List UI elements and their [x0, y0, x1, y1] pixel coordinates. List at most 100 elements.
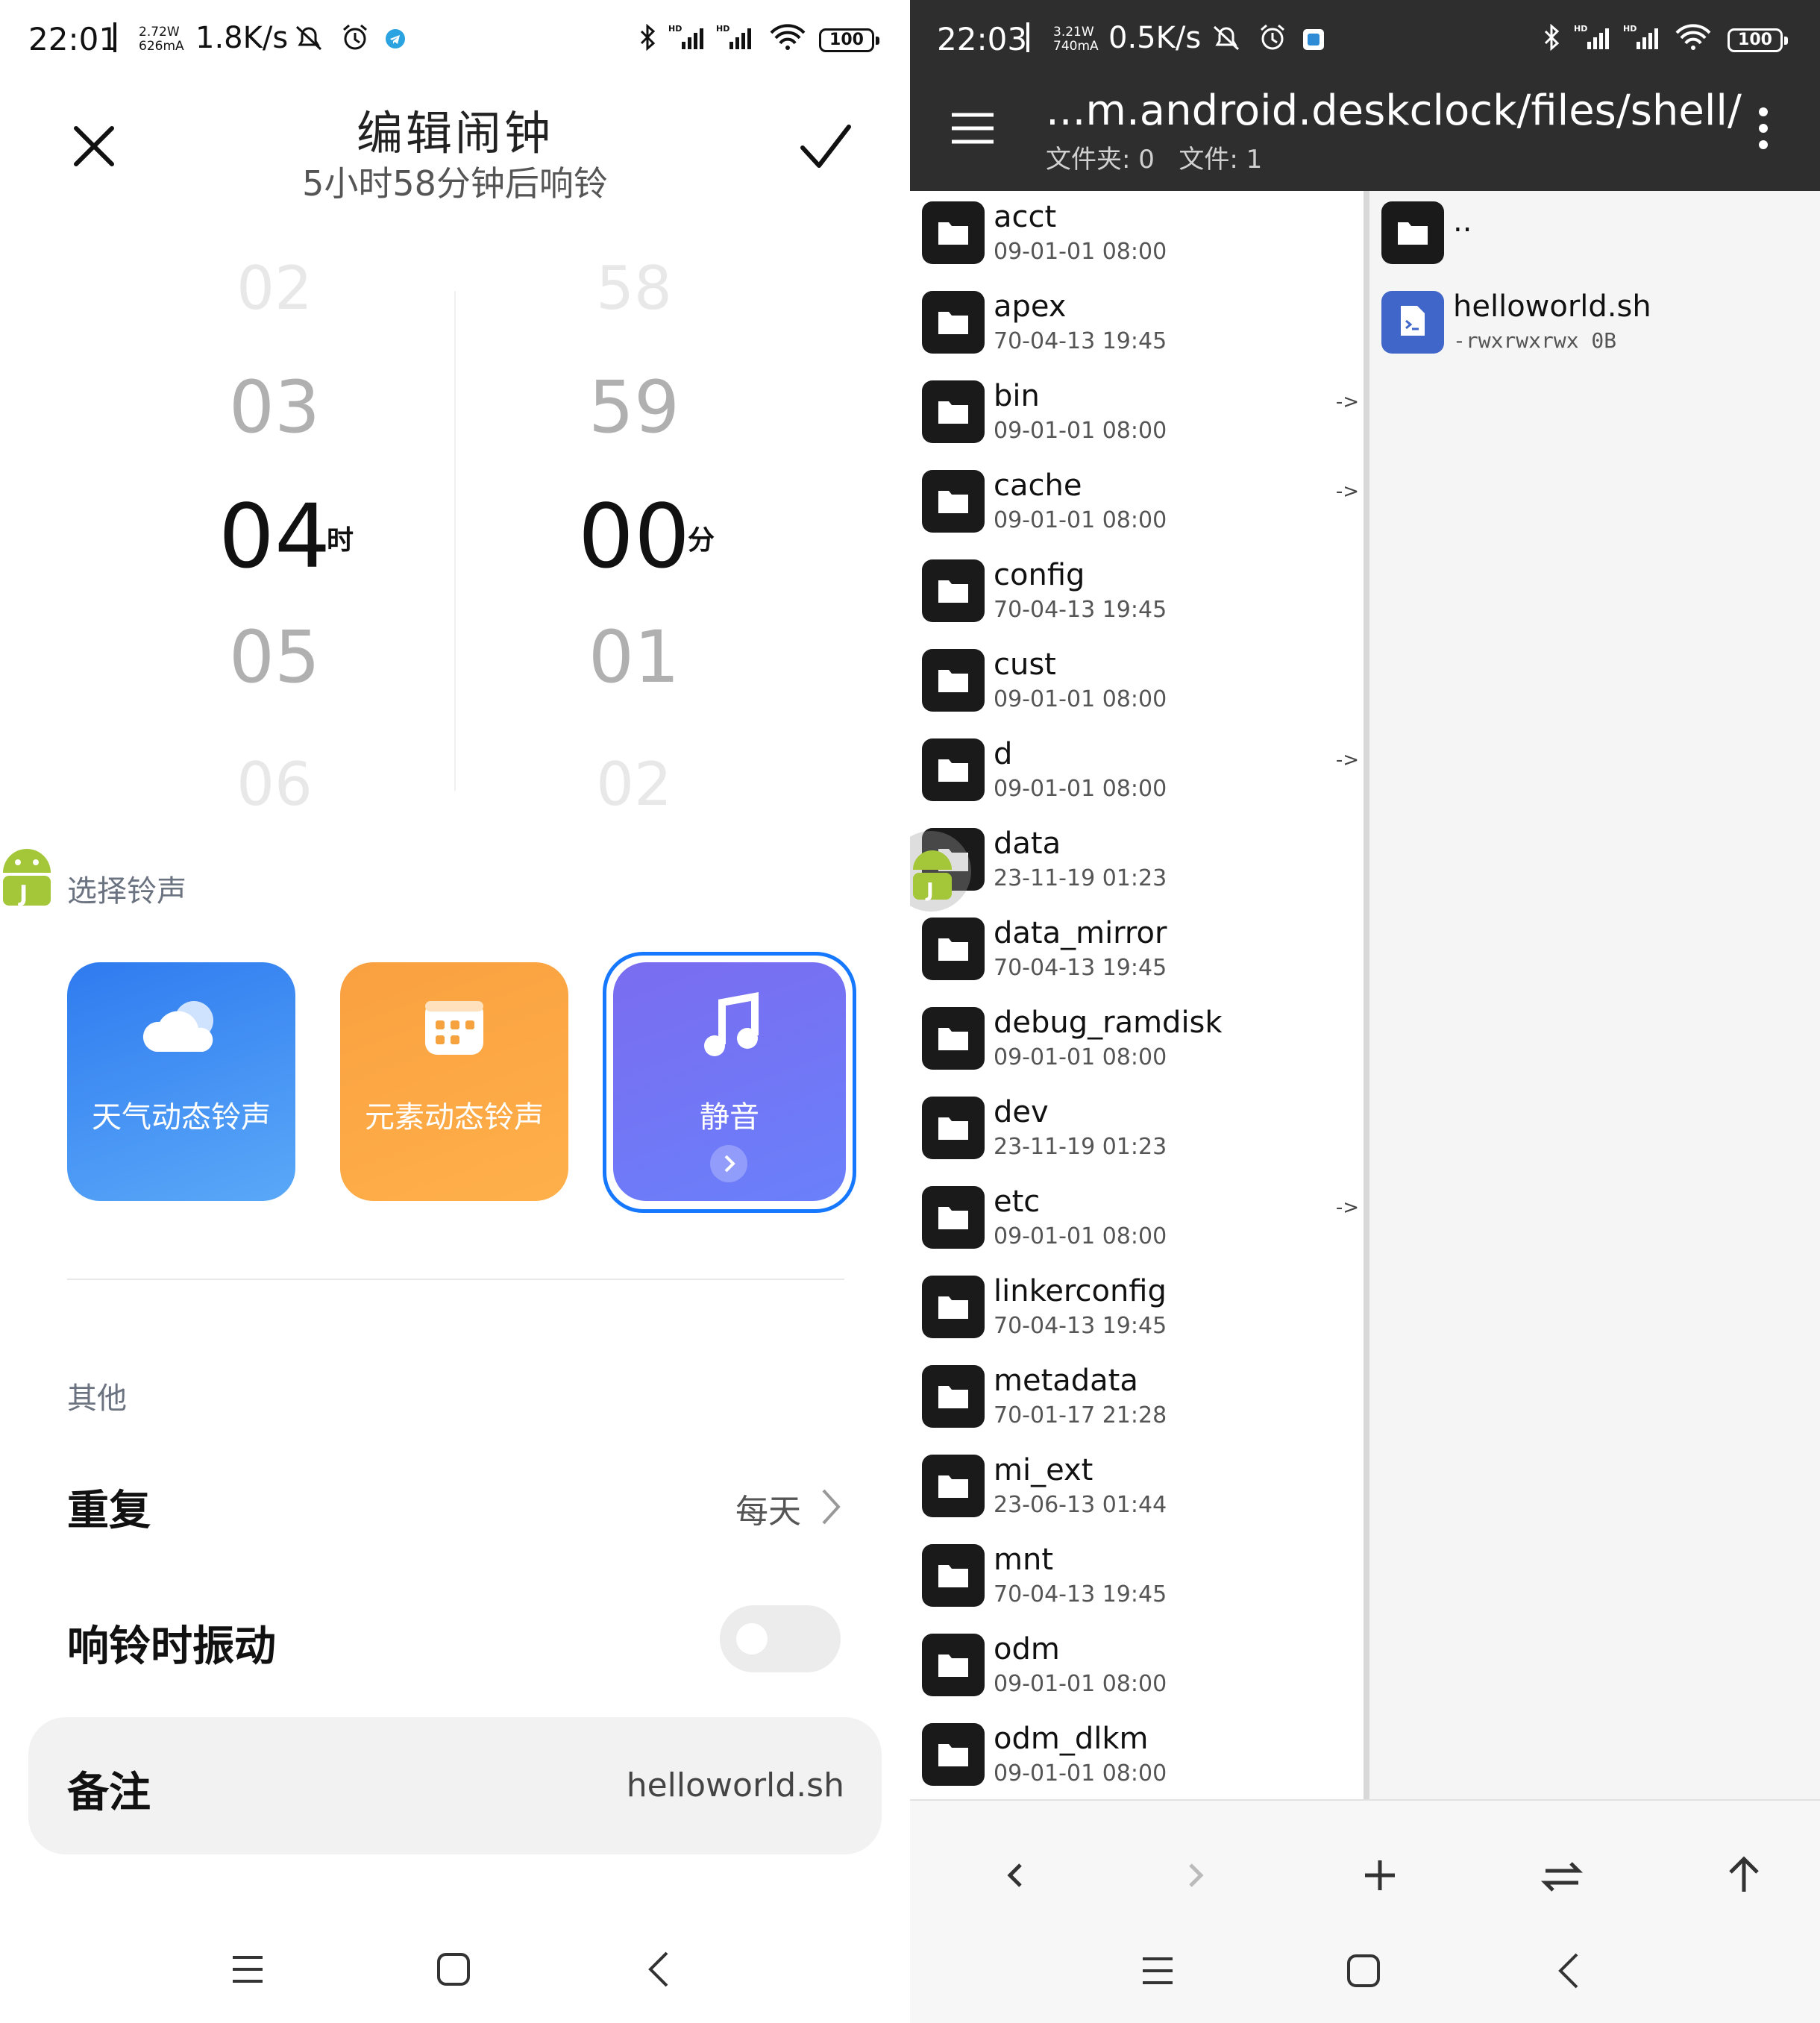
repeat-row[interactable]: 重复 每天	[0, 1455, 910, 1552]
folder-date: 70-04-13 19:45	[994, 955, 1167, 981]
power-current: 740mA	[1053, 39, 1099, 54]
folder-name: cache	[994, 468, 1082, 503]
check-icon[interactable]	[800, 122, 852, 170]
power-readout: 3.21W 740mA	[1053, 25, 1099, 54]
home-nav-icon[interactable]	[436, 1951, 471, 1987]
minute-option[interactable]: 59	[485, 366, 783, 449]
folder-date: 70-04-13 19:45	[994, 1313, 1167, 1339]
toggle-knob	[736, 1623, 768, 1655]
back-nav-icon[interactable]	[1554, 1951, 1581, 1990]
hour-option[interactable]: 05	[125, 615, 424, 699]
shell-directory-list[interactable]: .. helloworld.sh -rwxrwxrwx 0B	[1369, 191, 1820, 1799]
status-time: 22:03	[937, 21, 1028, 57]
weather-ringtone-card[interactable]: 天气动态铃声	[67, 962, 295, 1201]
folder-row[interactable]: cust 09-01-01 08:00	[910, 639, 1364, 728]
hour-selected[interactable]: 04	[125, 485, 424, 588]
more-options-icon[interactable]	[1756, 106, 1771, 151]
folder-icon	[922, 291, 985, 354]
folder-row[interactable]: mi_ext 23-06-13 01:44	[910, 1444, 1364, 1534]
bottom-toolbar	[910, 1799, 1820, 2023]
folder-row[interactable]: d 09-01-01 08:00 ->	[910, 728, 1364, 818]
battery-indicator: 100	[1728, 28, 1788, 52]
parent-directory-row[interactable]: ..	[1369, 191, 1820, 280]
folder-row[interactable]: acct 09-01-01 08:00	[910, 191, 1364, 280]
minute-picker[interactable]: 58 59 00 01 02	[485, 246, 783, 835]
page-subtitle: 5小时58分钟后响铃	[302, 163, 608, 204]
folder-name: apex	[994, 289, 1067, 324]
folder-row[interactable]: linkerconfig 70-04-13 19:45	[910, 1265, 1364, 1355]
note-row[interactable]: 备注 helloworld.sh	[28, 1717, 882, 1854]
folder-date: 70-04-13 19:45	[994, 328, 1167, 354]
root-directory-list[interactable]: acct 09-01-01 08:00 apex 70-04-13 19:45 bin 0…	[910, 191, 1364, 1799]
folder-count: 文件夹: 0	[1046, 145, 1155, 175]
svg-text:J: J	[925, 879, 934, 902]
folder-date: 09-01-01 08:00	[994, 507, 1167, 533]
back-arrow-icon[interactable]	[985, 1845, 1044, 1905]
minute-option[interactable]: 02	[485, 750, 783, 819]
folder-row[interactable]: bin 09-01-01 08:00 ->	[910, 370, 1364, 460]
svg-text:HD: HD	[716, 24, 729, 34]
card-label: 天气动态铃声	[92, 1100, 271, 1135]
folder-row[interactable]: data 23-11-19 01:23	[910, 818, 1364, 907]
folder-row[interactable]: cache 09-01-01 08:00 ->	[910, 460, 1364, 549]
minute-selected[interactable]: 00	[485, 485, 783, 588]
section-divider	[67, 1279, 844, 1280]
bluetooth-icon	[1544, 23, 1560, 51]
card-label: 静音	[700, 1100, 759, 1135]
folder-row[interactable]: etc 09-01-01 08:00 ->	[910, 1176, 1364, 1265]
folder-row[interactable]: debug_ramdisk 09-01-01 08:00	[910, 997, 1364, 1086]
folder-name: debug_ramdisk	[994, 1006, 1223, 1040]
folder-row[interactable]: apex 70-04-13 19:45	[910, 280, 1364, 370]
folder-row[interactable]: metadata 70-01-17 21:28	[910, 1355, 1364, 1444]
hour-option[interactable]: 03	[125, 366, 424, 449]
folder-name: mi_ext	[994, 1453, 1093, 1487]
silent-ringtone-card[interactable]: 静音	[613, 962, 846, 1201]
hour-option[interactable]: 06	[125, 750, 424, 819]
android-overlay-icon[interactable]: J	[910, 828, 977, 925]
folder-icon	[922, 1723, 985, 1786]
folder-icon	[922, 1544, 985, 1607]
folder-row[interactable]: odm_dlkm 09-01-01 08:00	[910, 1713, 1364, 1799]
folder-row[interactable]: odm 09-01-01 08:00	[910, 1623, 1364, 1713]
minute-option[interactable]: 58	[485, 254, 783, 323]
folder-row[interactable]: data_mirror 70-04-13 19:45	[910, 907, 1364, 997]
back-nav-icon[interactable]	[644, 1950, 671, 1989]
folder-icon	[922, 738, 985, 801]
folder-date: 09-01-01 08:00	[994, 1223, 1167, 1249]
status-separator	[1026, 22, 1029, 52]
hour-picker[interactable]: 02 03 04 05 06	[125, 246, 424, 835]
pane-splitter[interactable]	[1364, 191, 1369, 1799]
folder-row[interactable]: config 70-04-13 19:45	[910, 549, 1364, 639]
folder-date: 23-06-13 01:44	[994, 1492, 1167, 1518]
folder-row[interactable]: dev 23-11-19 01:23	[910, 1086, 1364, 1176]
hamburger-menu-icon[interactable]	[950, 112, 995, 145]
menu-nav-icon[interactable]	[1141, 1954, 1174, 1987]
folder-date: 70-01-17 21:28	[994, 1402, 1167, 1428]
hour-option[interactable]: 02	[125, 254, 424, 323]
add-icon[interactable]	[1350, 1845, 1410, 1905]
folder-name: config	[994, 558, 1085, 592]
status-separator	[113, 22, 116, 52]
folder-icon	[922, 1455, 985, 1517]
home-nav-icon[interactable]	[1346, 1953, 1381, 1989]
forward-arrow-icon[interactable]	[1167, 1845, 1226, 1905]
top-bar: 22:03 3.21W 740mA 0.5K/s HD HD 100 ...m.…	[910, 0, 1820, 191]
file-row[interactable]: helloworld.sh -rwxrwxrwx 0B	[1369, 280, 1820, 370]
alarm-icon	[343, 24, 367, 50]
network-speed: 0.5K/s	[1108, 21, 1202, 55]
swap-icon[interactable]	[1532, 1845, 1592, 1905]
menu-nav-icon[interactable]	[231, 1953, 264, 1986]
symlink-indicator: ->	[1335, 1196, 1359, 1219]
up-arrow-icon[interactable]	[1714, 1845, 1774, 1905]
minute-option[interactable]: 01	[485, 615, 783, 699]
music-note-icon	[704, 992, 759, 1056]
chevron-right-icon[interactable]	[710, 1145, 747, 1182]
vibrate-toggle[interactable]	[720, 1605, 841, 1672]
folder-row[interactable]: mnt 70-04-13 19:45	[910, 1534, 1364, 1623]
power-watts: 3.21W	[1053, 25, 1094, 40]
file-manager-pane: 22:03 3.21W 740mA 0.5K/s HD HD 100 ...m.…	[910, 0, 1820, 2023]
status-bar: 22:03 3.21W 740mA 0.5K/s HD HD 100	[910, 0, 1820, 82]
element-ringtone-card[interactable]: 元素动态铃声	[340, 962, 568, 1201]
folder-icon	[922, 1007, 985, 1070]
android-overlay-icon[interactable]: J	[0, 843, 54, 910]
